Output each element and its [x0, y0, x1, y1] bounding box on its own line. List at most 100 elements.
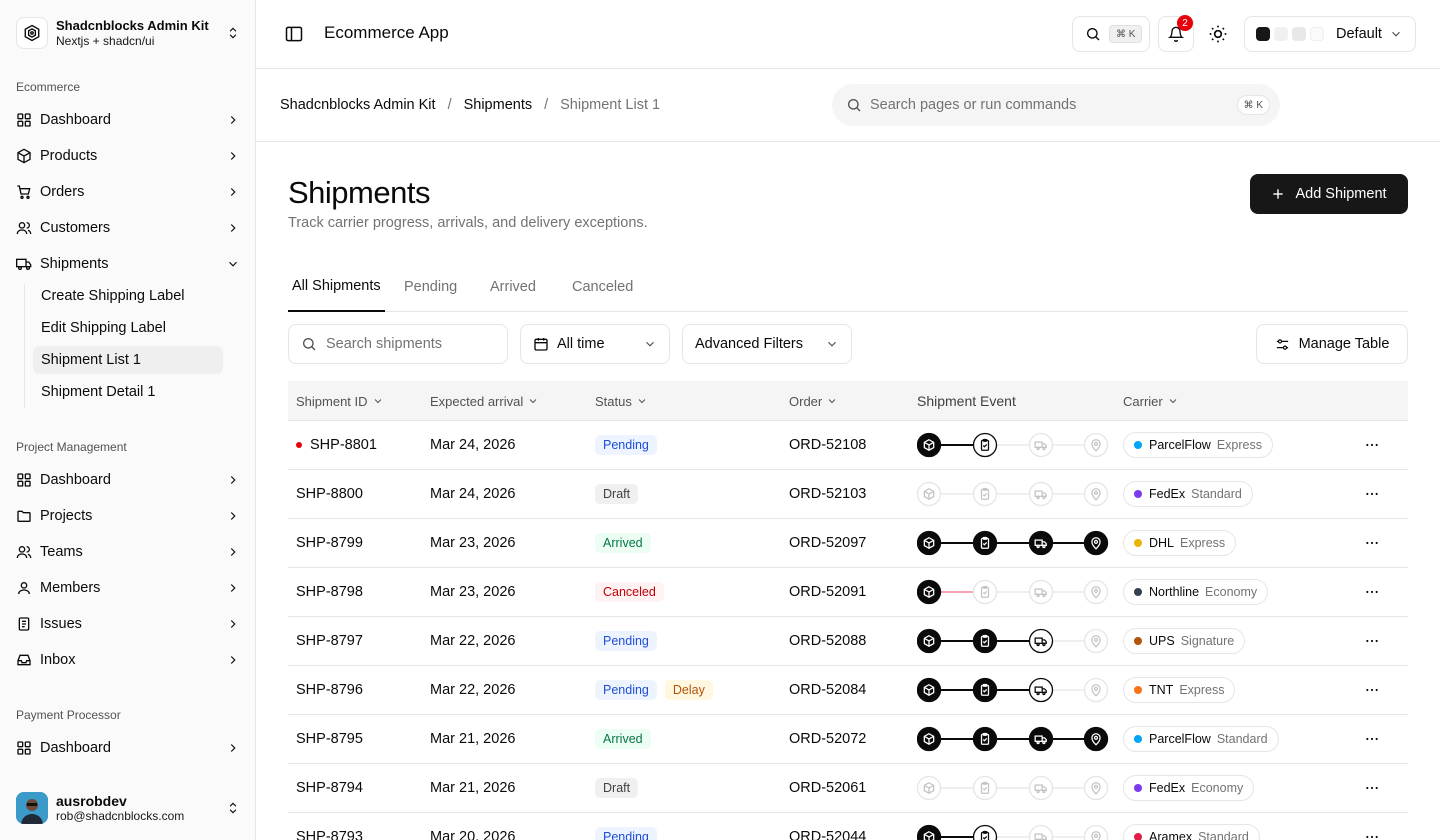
clipboard-check-icon	[972, 432, 998, 458]
expected-arrival: Mar 21, 2026	[430, 780, 516, 796]
breadcrumb-link-shipments[interactable]: Shipments	[464, 97, 533, 113]
col-expected-arrival[interactable]: Expected arrival	[430, 381, 539, 421]
shipment-id[interactable]: SHP-8795	[296, 731, 363, 747]
carrier-color-dot	[1134, 637, 1142, 645]
status-badge: Draft	[595, 484, 639, 504]
shipment-id[interactable]: SHP-8796	[296, 682, 363, 698]
col-carrier[interactable]: Carrier	[1123, 381, 1179, 421]
tab-pending[interactable]: Pending	[404, 270, 457, 312]
sidebar-toggle-icon[interactable]	[284, 24, 304, 44]
table-row[interactable]: SHP-8798 Mar 23, 2026 Canceled ORD-52091 Nor…	[288, 568, 1408, 617]
team-switcher[interactable]: Shadcnblocks Admin Kit Nextjs + shadcn/u…	[16, 16, 240, 50]
manage-table-button[interactable]: Manage Table	[1256, 324, 1408, 364]
more-actions-icon[interactable]	[1364, 535, 1380, 551]
order-id[interactable]: ORD-52084	[789, 666, 866, 714]
more-actions-icon[interactable]	[1364, 731, 1380, 747]
time-range-select[interactable]: All time	[520, 324, 670, 364]
carrier-cell: TNT Express	[1123, 666, 1236, 714]
more-actions-icon[interactable]	[1364, 486, 1380, 502]
shipment-search-input[interactable]: Search shipments	[288, 324, 508, 364]
add-shipment-button[interactable]: Add Shipment	[1250, 174, 1408, 214]
shortcut-kbd: ⌘ K	[1109, 25, 1143, 43]
table-row[interactable]: SHP-8800 Mar 24, 2026 Draft ORD-52103 FedEx S…	[288, 470, 1408, 519]
sidebar-subitem-shipment-list[interactable]: Shipment List 1	[33, 346, 223, 374]
user-menu[interactable]: ausrobdev rob@shadcnblocks.com	[16, 792, 240, 824]
shipment-id[interactable]: SHP-8793	[296, 829, 363, 840]
shipment-id[interactable]: SHP-8800	[296, 486, 363, 502]
truck-icon	[1028, 775, 1054, 801]
sidebar-item-teams[interactable]: Teams	[16, 538, 240, 566]
sidebar-item-issues[interactable]: Issues	[16, 610, 240, 638]
order-id[interactable]: ORD-52072	[789, 715, 866, 763]
order-id[interactable]: ORD-52103	[789, 470, 866, 518]
sidebar-item-orders[interactable]: Orders	[16, 178, 240, 206]
sidebar-item-inbox[interactable]: Inbox	[16, 646, 240, 674]
tab-arrived[interactable]: Arrived	[490, 270, 536, 312]
map-pin-icon	[1083, 628, 1109, 654]
event-progress	[917, 579, 1109, 605]
shipment-id[interactable]: SHP-8801	[310, 437, 377, 453]
package-icon	[917, 824, 942, 840]
sidebar-subitem-edit-label[interactable]: Edit Shipping Label	[33, 314, 223, 342]
tab-canceled[interactable]: Canceled	[572, 270, 633, 312]
order-id[interactable]: ORD-52097	[789, 519, 866, 567]
chevron-down-icon	[1392, 31, 1400, 37]
shipment-id[interactable]: SHP-8794	[296, 780, 363, 796]
order-id[interactable]: ORD-52044	[789, 813, 866, 840]
more-actions-icon[interactable]	[1364, 829, 1380, 840]
table-row[interactable]: SHP-8795 Mar 21, 2026 Arrived ORD-52072 Parc…	[288, 715, 1408, 764]
status-cell: Arrived	[595, 519, 659, 567]
table-row[interactable]: SHP-8797 Mar 22, 2026 Pending ORD-52088 UPS S…	[288, 617, 1408, 666]
shipment-id[interactable]: SHP-8798	[296, 584, 363, 600]
carrier-service: Economy	[1205, 585, 1258, 599]
order-id[interactable]: ORD-52088	[789, 617, 866, 665]
sidebar-item-shipments[interactable]: Shipments	[16, 250, 240, 278]
carrier-cell: FedEx Economy	[1123, 764, 1255, 812]
more-actions-icon[interactable]	[1364, 682, 1380, 698]
carrier-service: Express	[1180, 536, 1226, 550]
sidebar-subitem-shipment-detail[interactable]: Shipment Detail 1	[33, 378, 223, 406]
breadcrumb-link-home[interactable]: Shadcnblocks Admin Kit	[280, 97, 436, 113]
map-pin-icon	[1083, 579, 1109, 605]
advanced-filters-select[interactable]: Advanced Filters	[682, 324, 852, 364]
tab-all-shipments[interactable]: All Shipments	[288, 270, 385, 312]
sidebar-item-dashboard[interactable]: Dashboard	[16, 106, 240, 134]
more-actions-icon[interactable]	[1364, 633, 1380, 649]
sidebar-item-pay-dashboard[interactable]: Dashboard	[16, 734, 240, 762]
sidebar-item-customers[interactable]: Customers	[16, 214, 240, 242]
sidebar-item-members[interactable]: Members	[16, 574, 240, 602]
command-placeholder: Search pages or run commands	[870, 97, 1077, 113]
order-id[interactable]: ORD-52108	[789, 421, 866, 469]
more-actions-icon[interactable]	[1364, 437, 1380, 453]
sun-icon[interactable]	[1208, 24, 1228, 44]
col-status[interactable]: Status	[595, 381, 648, 421]
col-shipment-id[interactable]: Shipment ID	[296, 381, 384, 421]
swatch-white	[1310, 27, 1324, 41]
theme-select[interactable]: Default	[1244, 16, 1416, 52]
shipment-id[interactable]: SHP-8797	[296, 633, 363, 649]
table-row[interactable]: SHP-8794 Mar 21, 2026 Draft ORD-52061 FedEx E…	[288, 764, 1408, 813]
order-id[interactable]: ORD-52091	[789, 568, 866, 616]
expected-arrival: Mar 22, 2026	[430, 682, 516, 698]
map-pin-icon	[1083, 824, 1109, 840]
app-title: Ecommerce App	[324, 23, 449, 42]
search-button[interactable]: ⌘ K	[1072, 16, 1150, 52]
flag-dot	[296, 442, 302, 448]
table-row[interactable]: SHP-8796 Mar 22, 2026 Pending Delay ORD-5208…	[288, 666, 1408, 715]
table-row[interactable]: SHP-8801 Mar 24, 2026 Pending ORD-52108 Parc…	[288, 421, 1408, 470]
col-order[interactable]: Order	[789, 381, 838, 421]
sidebar-item-projects[interactable]: Projects	[16, 502, 240, 530]
table-row[interactable]: SHP-8793 Mar 20, 2026 Pending ORD-52044 Aram…	[288, 813, 1408, 840]
carrier-pill: UPS Signature	[1123, 628, 1246, 654]
sidebar-item-pm-dashboard[interactable]: Dashboard	[16, 466, 240, 494]
more-actions-icon[interactable]	[1364, 780, 1380, 796]
order-id[interactable]: ORD-52061	[789, 764, 866, 812]
shipment-id[interactable]: SHP-8799	[296, 535, 363, 551]
sidebar-subitem-create-label[interactable]: Create Shipping Label	[33, 282, 223, 310]
command-search-input[interactable]: Search pages or run commands ⌘ K	[832, 84, 1280, 126]
more-actions-icon[interactable]	[1364, 584, 1380, 600]
sidebar-item-label: Issues	[40, 616, 82, 632]
sidebar-item-products[interactable]: Products	[16, 142, 240, 170]
clipboard-check-icon	[972, 726, 998, 752]
table-row[interactable]: SHP-8799 Mar 23, 2026 Arrived ORD-52097 DHL E…	[288, 519, 1408, 568]
